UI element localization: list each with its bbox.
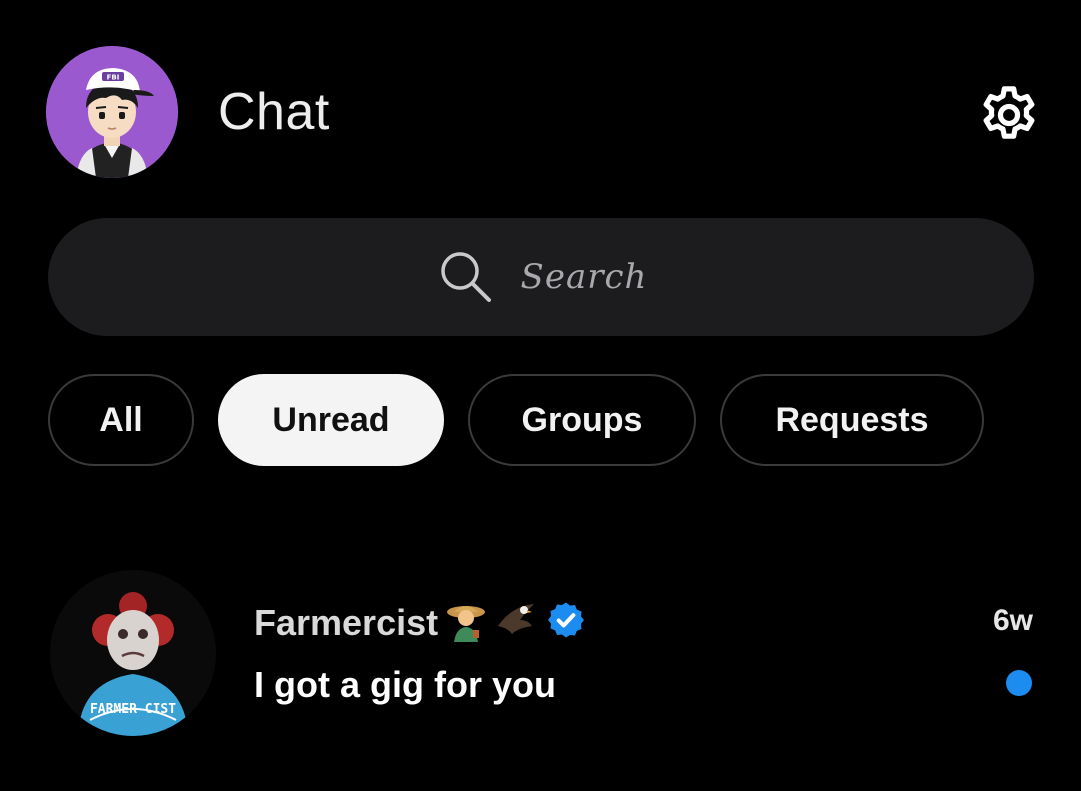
conversation-name: Farmercist [254,601,439,643]
profile-cap-text: FBI [107,74,120,82]
settings-button[interactable] [972,78,1046,152]
profile-avatar[interactable]: FBI [46,46,178,178]
filter-chip-groups[interactable]: Groups [468,374,696,466]
conversation-timestamp: 6w [992,604,1033,637]
search-placeholder: Search [520,257,648,297]
unread-indicator [1006,670,1032,696]
conversation-name-line: Farmercist [254,598,586,647]
filter-chip-all[interactable]: All [48,374,194,466]
avatar-shirt-text: FARMER CIST [90,702,176,717]
search-input[interactable]: Search [48,218,1034,336]
filter-chip-unread[interactable]: Unread [218,374,444,466]
farmer-emoji-icon [438,598,488,647]
conversation-avatar[interactable]: FARMER CIST [50,570,216,736]
conversation-last-message: I got a gig for you [254,664,556,705]
conversation-avatar-illustration: FARMER CIST [50,570,216,736]
chat-header: FBI Chat [0,0,1081,200]
page-title: Chat [218,83,330,141]
search-icon [435,246,497,308]
profile-avatar-illustration: FBI [46,46,178,178]
gear-icon [983,86,1035,139]
eagle-emoji-icon [488,598,538,647]
verified-badge-icon [538,600,586,645]
filter-chip-requests[interactable]: Requests [720,374,984,466]
conversation-row[interactable]: FARMER CIST Farmercist I got a gig for y… [0,560,1081,750]
